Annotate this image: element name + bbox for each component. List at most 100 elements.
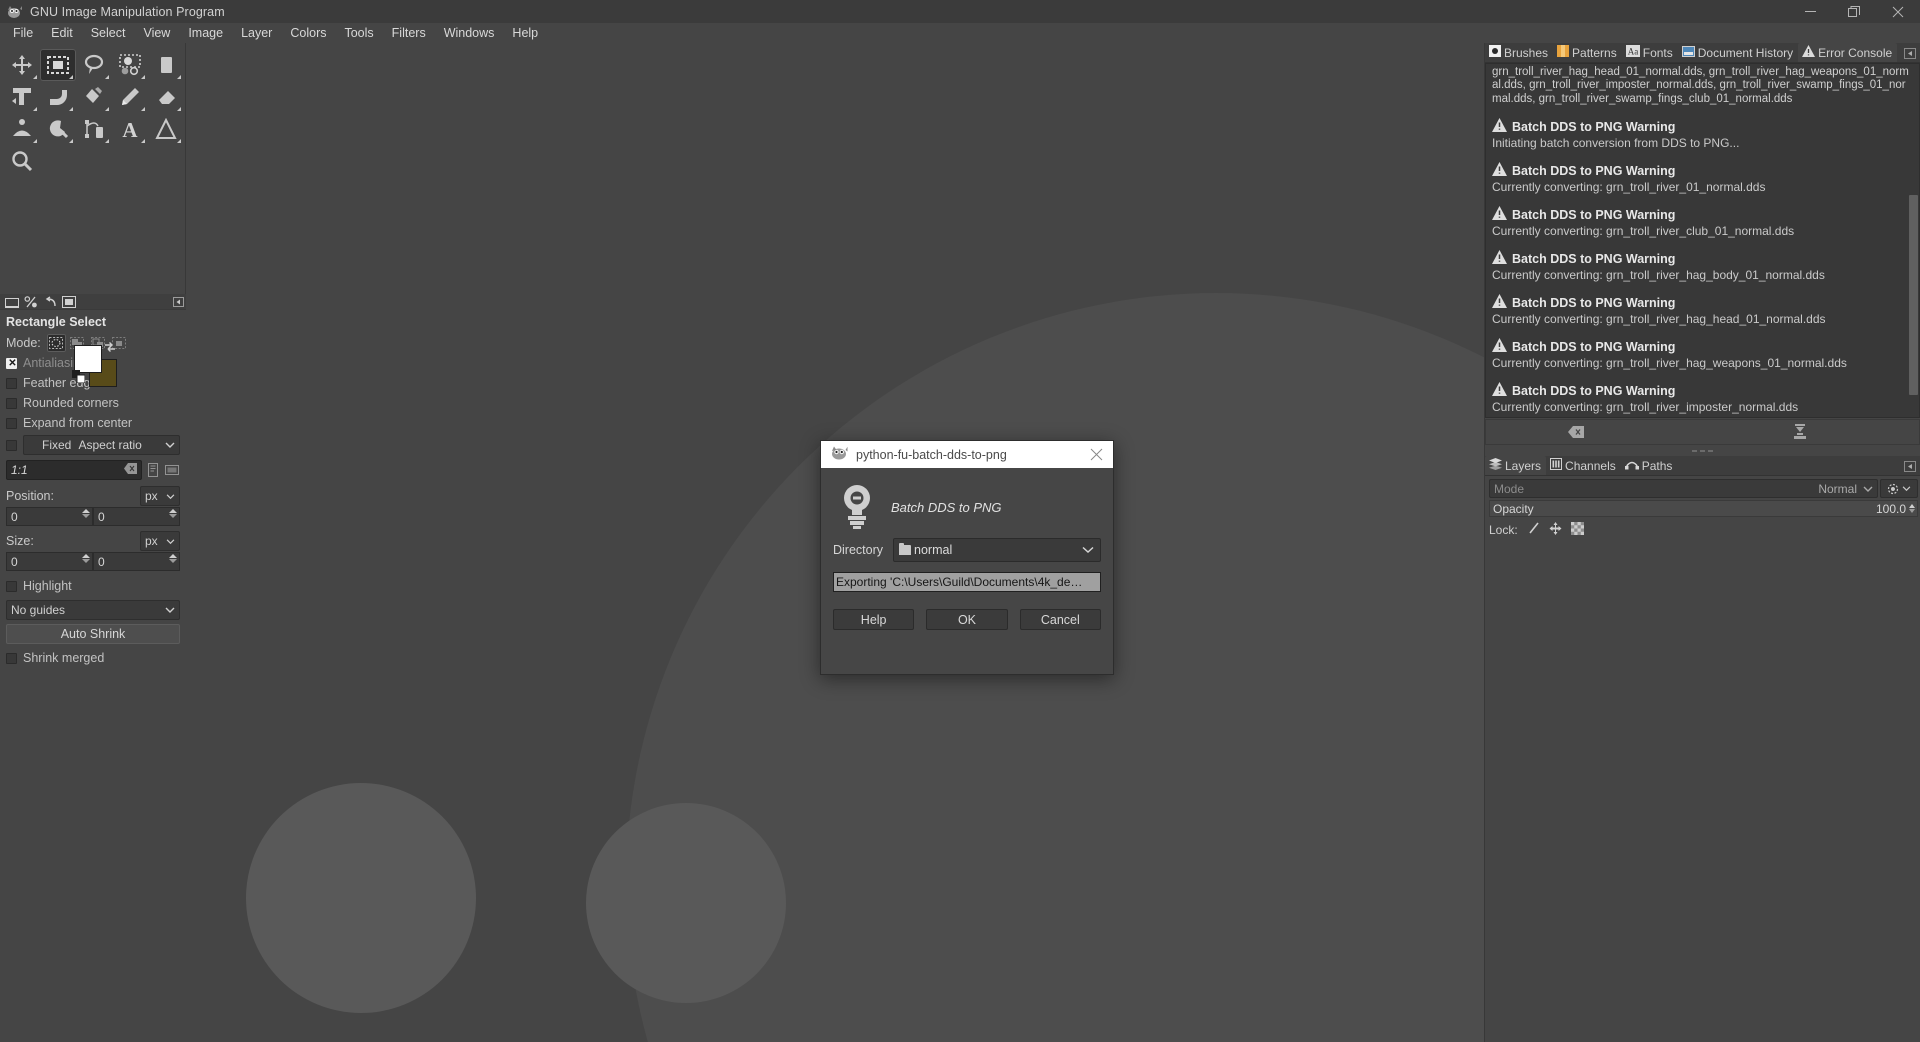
images-icon[interactable] (61, 295, 76, 308)
size-height-input[interactable]: 0 (93, 552, 180, 571)
mode-replace-button[interactable] (46, 333, 66, 352)
position-unit-combo[interactable]: px (140, 486, 180, 506)
feather-edges-checkbox[interactable] (6, 377, 17, 389)
undo-history-icon[interactable] (42, 295, 57, 308)
console-message-title: Batch DDS to PNG Warning (1512, 383, 1676, 398)
fixed-checkbox[interactable] (6, 439, 17, 451)
size-width-input[interactable]: 0 (6, 552, 93, 571)
expand-from-center-checkbox[interactable] (6, 417, 17, 429)
layers-menu-button[interactable] (1904, 461, 1916, 475)
portrait-orientation-button[interactable] (145, 461, 161, 479)
tab-channels[interactable]: Channels (1546, 456, 1621, 475)
device-status-icon[interactable] (23, 295, 38, 308)
menu-image[interactable]: Image (179, 23, 232, 43)
dialog-close-button[interactable] (1079, 441, 1113, 468)
guides-combo[interactable]: No guides (6, 600, 180, 620)
menu-file[interactable]: File (4, 23, 42, 43)
clone-tool[interactable] (4, 113, 40, 145)
tab-layers[interactable]: Layers (1485, 456, 1547, 475)
tab-document-history[interactable]: Document History (1678, 43, 1798, 62)
eraser-tool[interactable] (148, 81, 184, 113)
dodge-burn-tool[interactable] (40, 113, 76, 145)
menu-tools[interactable]: Tools (335, 23, 382, 43)
close-button[interactable] (1876, 0, 1920, 23)
error-console[interactable]: grn_troll_river_hag_head_01_normal.dds, … (1485, 63, 1920, 418)
menu-help[interactable]: Help (503, 23, 547, 43)
blend-space-button[interactable] (1880, 479, 1918, 498)
position-y-input[interactable]: 0 (93, 507, 180, 526)
menu-select[interactable]: Select (82, 23, 135, 43)
tool-options-menu-button[interactable] (171, 295, 186, 308)
size-unit-combo[interactable]: px (140, 531, 180, 551)
right-dock-tabbar: Brushes Patterns Aa Fonts Document Histo… (1485, 43, 1920, 63)
rounded-corners-checkbox[interactable] (6, 397, 17, 409)
tab-brushes[interactable]: Brushes (1485, 43, 1553, 62)
swap-colors-icon[interactable] (104, 341, 116, 353)
perspective-tool[interactable] (4, 81, 40, 113)
expand-from-center-row[interactable]: Expand from center (0, 413, 186, 433)
size-width-stepper[interactable] (82, 554, 90, 563)
console-scrollbar[interactable] (1909, 65, 1918, 416)
landscape-orientation-button[interactable] (164, 461, 180, 479)
fuzzy-select-tool[interactable] (112, 49, 148, 81)
tab-error-console[interactable]: Error Console (1798, 43, 1898, 62)
layer-opacity-stepper[interactable] (1909, 504, 1915, 513)
shrink-merged-checkbox[interactable] (6, 652, 17, 664)
highlight-row[interactable]: Highlight (0, 576, 186, 596)
menu-filters[interactable]: Filters (383, 23, 435, 43)
smudge-tool[interactable] (40, 81, 76, 113)
console-preamble: grn_troll_river_hag_head_01_normal.dds, … (1492, 66, 1909, 105)
move-tool[interactable] (4, 49, 40, 81)
batch-dds-to-png-dialog[interactable]: python-fu-batch-dds-to-png Batch DDS to … (820, 440, 1114, 675)
highlight-checkbox[interactable] (6, 580, 17, 592)
measure-tool[interactable] (148, 113, 184, 145)
tab-paths[interactable]: Paths (1621, 456, 1678, 475)
menu-view[interactable]: View (134, 23, 179, 43)
reset-colors-icon[interactable] (72, 370, 86, 384)
minimize-button[interactable] (1788, 0, 1832, 23)
position-x-stepper[interactable] (82, 509, 90, 518)
layer-opacity-row[interactable]: Opacity 100.0 (1489, 500, 1918, 517)
aspect-ratio-input[interactable]: 1:1 (6, 460, 142, 480)
cancel-button[interactable]: Cancel (1019, 609, 1101, 630)
rectangle-select-tool[interactable] (40, 49, 76, 81)
size-label-row: Size: px (0, 528, 186, 552)
directory-combo[interactable]: normal (893, 538, 1101, 562)
lock-pixels-icon[interactable] (1527, 522, 1540, 538)
console-scrollbar-thumb[interactable] (1909, 195, 1918, 395)
menu-edit[interactable]: Edit (42, 23, 82, 43)
help-button[interactable]: Help (833, 609, 915, 630)
rounded-corners-row[interactable]: Rounded corners (0, 393, 186, 413)
tool-options-icon[interactable] (4, 295, 19, 308)
foreground-color-swatch[interactable] (74, 345, 102, 373)
free-select-tool[interactable] (76, 49, 112, 81)
tab-fonts[interactable]: Aa Fonts (1622, 43, 1678, 62)
shrink-merged-row[interactable]: Shrink merged (0, 648, 186, 668)
dock-menu-button[interactable] (1904, 48, 1916, 62)
position-x-input[interactable]: 0 (6, 507, 93, 526)
dock-resize-grip[interactable] (1485, 447, 1920, 455)
antialiasing-checkbox[interactable] (6, 357, 18, 370)
ok-button[interactable]: OK (926, 609, 1008, 630)
menu-windows[interactable]: Windows (435, 23, 504, 43)
menu-colors[interactable]: Colors (281, 23, 335, 43)
lock-alpha-icon[interactable] (1570, 522, 1584, 538)
size-height-stepper[interactable] (169, 554, 177, 563)
clear-errors-button[interactable] (1564, 421, 1588, 443)
lock-position-icon[interactable] (1549, 522, 1562, 538)
position-y-stepper[interactable] (169, 509, 177, 518)
pencil-tool[interactable] (112, 81, 148, 113)
maximize-button[interactable] (1832, 0, 1876, 23)
ink-tool[interactable] (76, 81, 112, 113)
fixed-aspect-combo[interactable]: Fixed Aspect ratio (23, 435, 180, 455)
save-errors-button[interactable] (1788, 421, 1812, 443)
layer-mode-combo[interactable]: Mode Normal (1489, 479, 1878, 498)
paths-tool[interactable] (76, 113, 112, 145)
menu-layer[interactable]: Layer (232, 23, 281, 43)
tab-patterns[interactable]: Patterns (1553, 43, 1622, 62)
bucket-fill-tool[interactable] (148, 49, 184, 81)
clear-icon[interactable] (124, 463, 137, 477)
text-tool[interactable]: A (112, 113, 148, 145)
auto-shrink-button[interactable]: Auto Shrink (6, 624, 180, 644)
tab-channels-label: Channels (1565, 458, 1616, 473)
